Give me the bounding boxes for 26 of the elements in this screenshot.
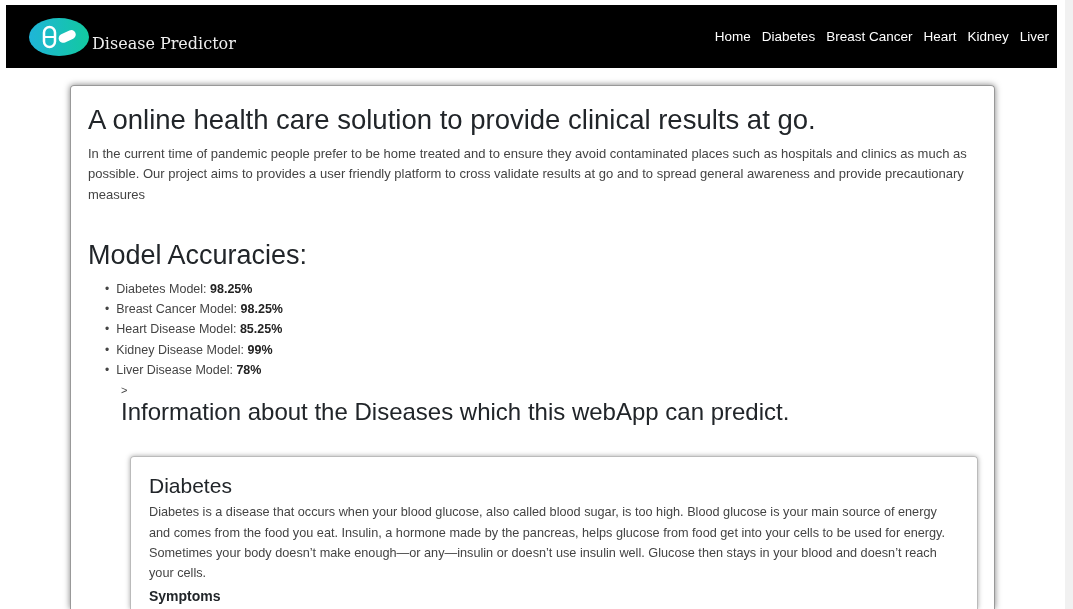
nav-link[interactable]: Liver bbox=[1019, 29, 1049, 44]
disease-title: Diabetes bbox=[149, 473, 233, 500]
accuracy-item: Liver Disease Model: 78% bbox=[116, 362, 262, 380]
section-title: Information about the Diseases which this webApp can predict. bbox=[121, 398, 791, 427]
nav-link[interactable]: Diabetes bbox=[761, 29, 816, 44]
accuracy-item: Kidney Disease Model: 99% bbox=[116, 341, 273, 359]
bullet: • bbox=[105, 321, 110, 339]
accuracy-item: Diabetes Model: 98.25% bbox=[116, 280, 253, 298]
accuracy-item: Breast Cancer Model: 98.25% bbox=[116, 301, 283, 319]
nav-link[interactable]: Home bbox=[714, 29, 751, 44]
bullet: • bbox=[105, 301, 110, 319]
nav-link[interactable]: Kidney bbox=[967, 29, 1009, 44]
accuracy-item: Heart Disease Model: 85.25% bbox=[116, 321, 283, 339]
section-heading: Symptoms bbox=[149, 587, 222, 604]
logo-icon bbox=[28, 16, 90, 57]
intro-paragraph: In the current time of pandemic people prefer to be home treated and to ensure they avoid contaminated places such as hospitals and clinics as much as possible. Our project aims to provides a user friendly platform to cross validate results at go and to spread general awareness and provide precautionary measures bbox=[88, 145, 968, 204]
stray-character: > bbox=[121, 383, 128, 398]
bullet: • bbox=[105, 280, 110, 298]
brand-name[interactable]: Disease Predictor bbox=[92, 33, 236, 53]
bullet: • bbox=[105, 362, 110, 380]
section-title: Model Accuracies: bbox=[88, 238, 309, 271]
nav-link[interactable]: Heart bbox=[923, 29, 957, 44]
page-title: A online health care solution to provide clinical results at go. bbox=[88, 104, 817, 136]
bullet: • bbox=[105, 341, 110, 359]
nav-link[interactable]: Breast Cancer bbox=[826, 29, 913, 44]
disease-description: Diabetes is a disease that occurs when your blood glucose, also called blood sugar, is too high. Blood glucose is your main source of energy and comes from the food you eat. Insulin, a hormone made by the pancreas, helps glucose from food get into your cells to be used for energy. Sometimes your body doesn’t make enough—or any—insulin or doesn’t use insulin well. Glucose then stays in your blood and doesn’t reach your cells. bbox=[149, 504, 946, 583]
